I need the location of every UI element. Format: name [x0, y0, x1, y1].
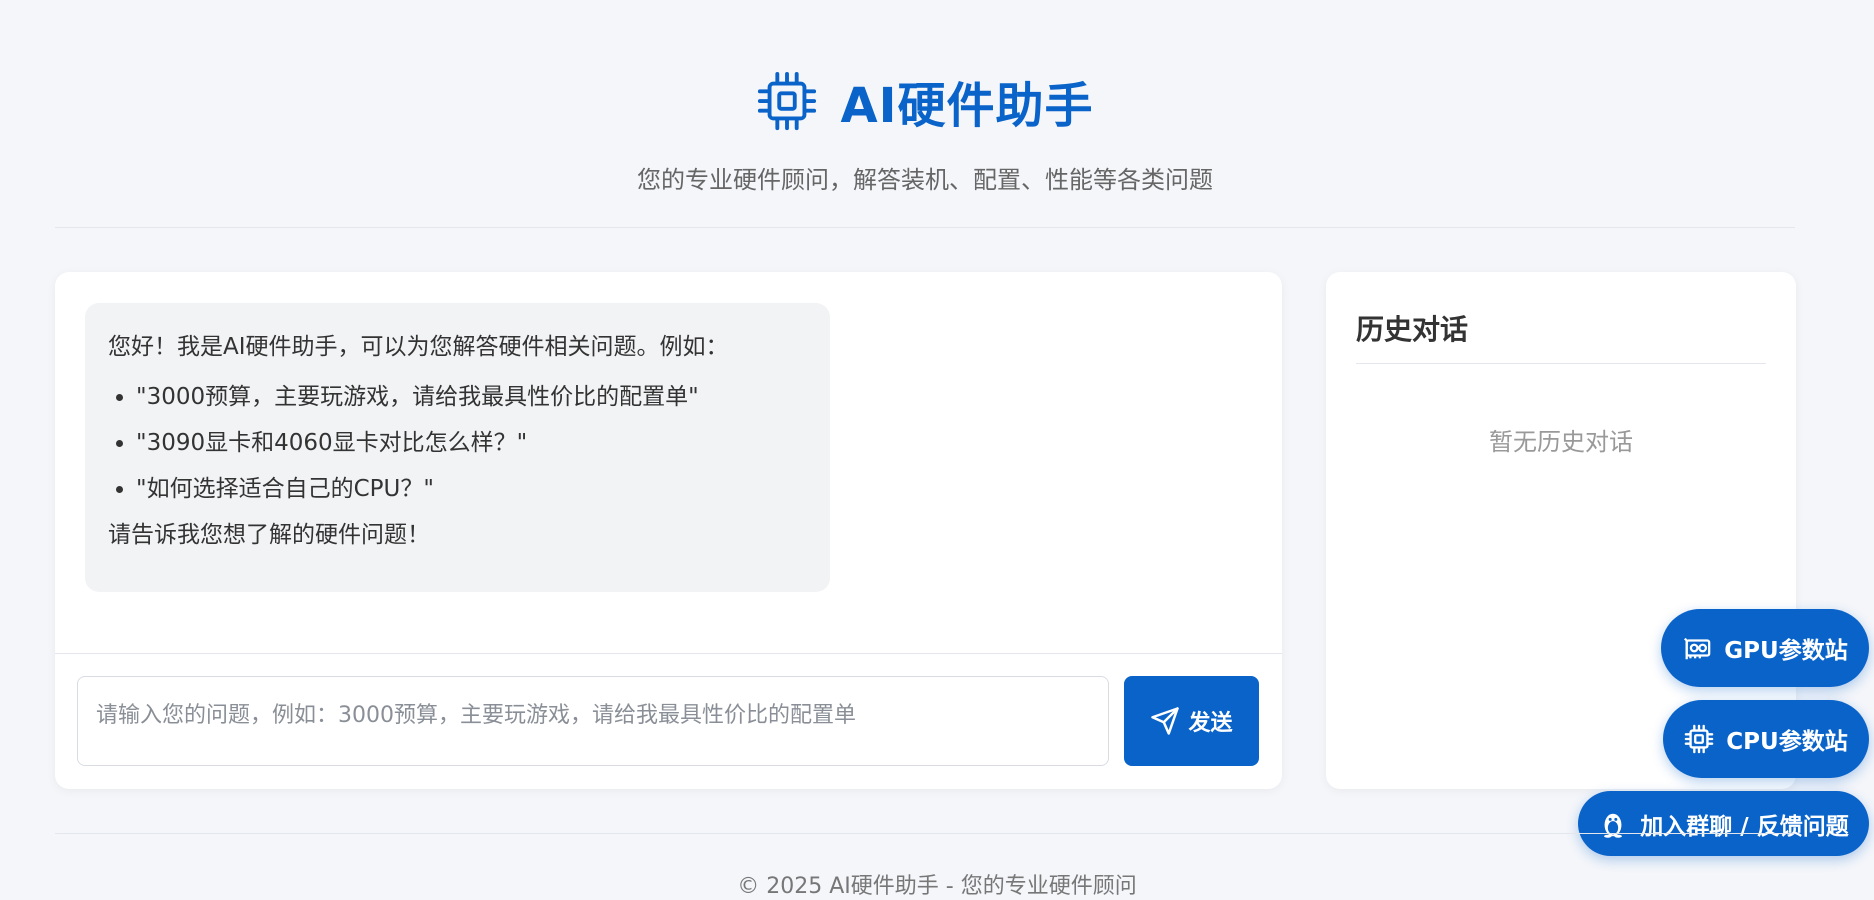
example-item: "3000预算，主要玩游戏，请给我最具性价比的配置单": [136, 381, 807, 413]
cpu-params-button[interactable]: CPU参数站: [1663, 700, 1869, 778]
greeting-intro: 您好！我是AI硬件助手，可以为您解答硬件相关问题。例如：: [108, 334, 729, 360]
app-title: AI硬件助手: [840, 78, 1094, 134]
footer-divider: [55, 833, 1795, 834]
cpu-params-label: CPU参数站: [1726, 729, 1848, 755]
history-title: 历史对话: [1356, 313, 1469, 346]
example-item: "如何选择适合自己的CPU？": [136, 473, 807, 505]
join-group-label: 加入群聊 / 反馈问题: [1640, 813, 1849, 840]
send-icon: [1151, 707, 1180, 735]
cpu-chip-icon: [1684, 724, 1714, 754]
gpu-params-button[interactable]: GPU参数站: [1661, 609, 1869, 687]
join-group-button[interactable]: 加入群聊 / 反馈问题: [1578, 791, 1869, 856]
send-button[interactable]: 发送: [1124, 676, 1259, 766]
chip-icon: [758, 71, 817, 131]
penguin-icon: [1604, 813, 1623, 838]
footer-text: © 2025 AI硬件助手 - 您的专业硬件顾问: [737, 874, 1137, 899]
example-list: "3000预算，主要玩游戏，请给我最具性价比的配置单" "3090显卡和4060…: [108, 381, 807, 505]
gpu-card-icon: [1684, 637, 1711, 660]
page-subtitle: 您的专业硬件顾问，解答装机、配置、性能等各类问题: [637, 166, 1213, 194]
greeting-outro: 请告诉我您想了解的硬件问题！: [108, 522, 430, 548]
page-header: AI硬件助手 您的专业硬件顾问，解答装机、配置、性能等各类问题: [55, 0, 1795, 228]
history-divider: [1356, 363, 1766, 364]
send-label: 发送: [1188, 711, 1233, 736]
assistant-message-bubble: 您好！我是AI硬件助手，可以为您解答硬件相关问题。例如： "3000预算，主要玩…: [85, 303, 830, 592]
input-area: 发送: [55, 653, 1282, 789]
gpu-params-label: GPU参数站: [1724, 638, 1848, 664]
history-empty-text: 暂无历史对话: [1489, 428, 1633, 456]
chat-panel: 您好！我是AI硬件助手，可以为您解答硬件相关问题。例如： "3000预算，主要玩…: [55, 272, 1282, 789]
title-row: AI硬件助手: [55, 66, 1795, 136]
example-item: "3090显卡和4060显卡对比怎么样？": [136, 427, 807, 459]
question-input[interactable]: [77, 676, 1109, 766]
